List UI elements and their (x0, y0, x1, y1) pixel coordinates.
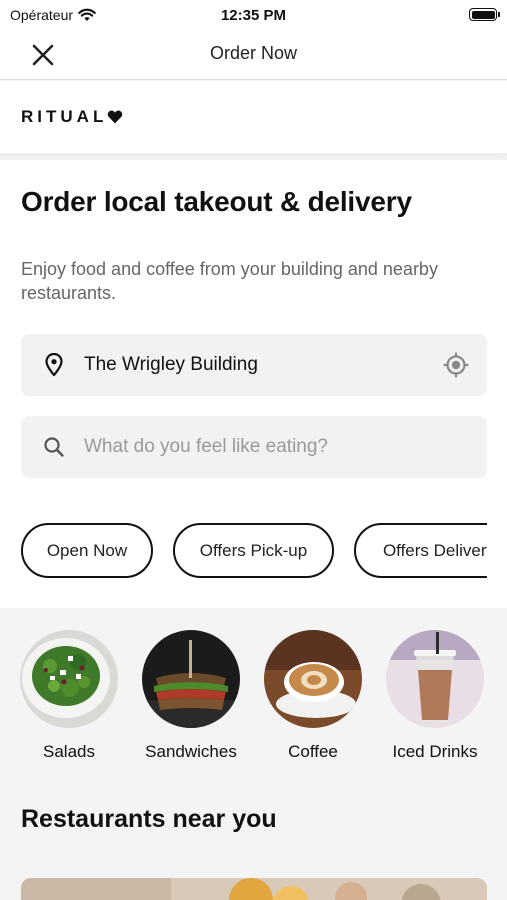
status-bar: Opérateur 12:35 PM (0, 0, 507, 30)
sandwich-photo (142, 630, 240, 728)
category-iced-drinks[interactable]: Iced Drinks (373, 630, 497, 762)
category-label: Sandwiches (145, 742, 237, 761)
hero-card: Order local takeout & delivery Enjoy foo… (0, 160, 507, 608)
category-salads[interactable]: Salads (7, 630, 131, 762)
logo-text: RITUAL (21, 107, 108, 126)
category-row: Salads Sandwiches Coffee Iced Drinks (0, 630, 507, 770)
page-title: Order Now (209, 43, 298, 63)
battery-icon (469, 8, 500, 21)
status-time: 12:35 PM (220, 7, 287, 24)
heart-icon (108, 110, 123, 124)
map-pin-icon (41, 352, 67, 378)
category-label: Coffee (288, 742, 338, 761)
category-label: Iced Drinks (392, 742, 478, 761)
search-icon (41, 434, 67, 460)
chip-offers-delivery[interactable]: Offers Delivery (354, 523, 487, 578)
restaurants-section-title: Restaurants near you (21, 805, 277, 833)
chip-offers-pickup[interactable]: Offers Pick-up (173, 523, 334, 578)
salad-photo (20, 630, 118, 728)
location-value: The Wrigley Building (84, 354, 258, 375)
search-field[interactable]: What do you feel like eating? (21, 416, 487, 478)
hero-headline: Order local takeout & delivery (21, 186, 412, 217)
search-placeholder: What do you feel like eating? (84, 436, 328, 457)
ritual-logo: RITUAL (21, 107, 123, 127)
nav-bar: Order Now (0, 30, 507, 80)
category-label: Salads (43, 742, 95, 761)
restaurant-card[interactable] (21, 878, 487, 900)
category-sandwiches[interactable]: Sandwiches (129, 630, 253, 762)
iced-drink-photo (386, 630, 484, 728)
chip-open-now[interactable]: Open Now (21, 523, 153, 578)
category-coffee[interactable]: Coffee (251, 630, 375, 762)
crosshair-icon (443, 352, 469, 378)
locate-button[interactable] (442, 351, 470, 379)
latte-photo (264, 630, 362, 728)
restaurant-photo (21, 878, 487, 900)
location-field[interactable]: The Wrigley Building (21, 334, 487, 396)
filter-chips: Open Now Offers Pick-up Offers Delivery (21, 523, 487, 579)
brand-bar: RITUAL (0, 81, 507, 153)
hero-subtext: Enjoy food and coffee from your building… (21, 259, 438, 303)
